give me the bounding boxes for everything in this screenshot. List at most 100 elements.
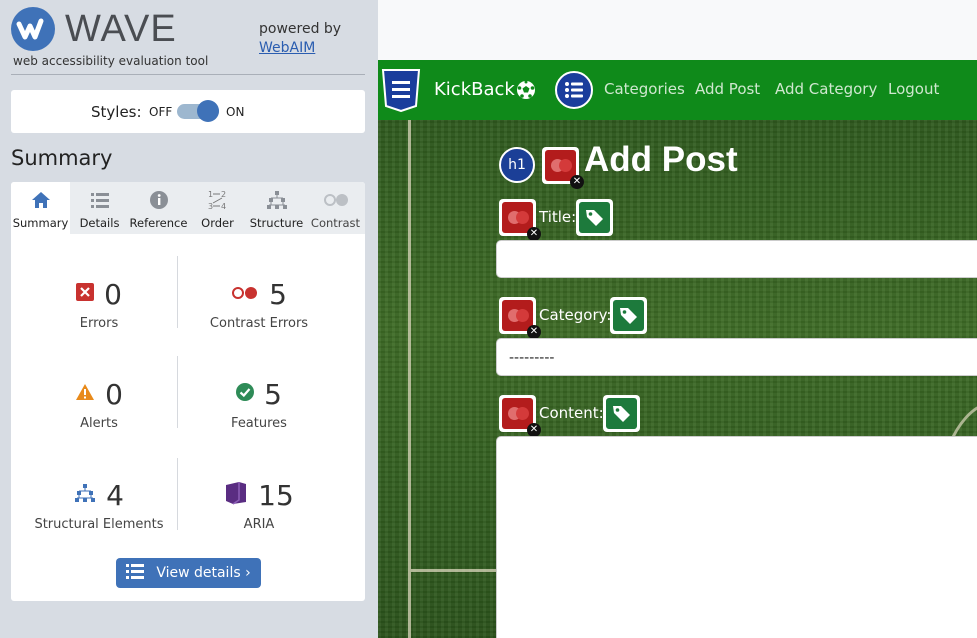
alerts-count: 0 — [105, 377, 123, 411]
view-details-button[interactable]: View details › — [116, 558, 261, 588]
contrast-error-icon — [231, 285, 259, 304]
category-label: Category: — [539, 306, 612, 324]
svg-text:3: 3 — [208, 202, 213, 211]
tab-contrast[interactable]: Contrast — [306, 182, 365, 234]
page-under-test: KickBack Categories Add Post Add Categor… — [378, 0, 977, 638]
structural-count: 4 — [106, 478, 124, 512]
title-input[interactable] — [496, 240, 977, 278]
stat-alerts[interactable]: 0 Alerts — [19, 378, 179, 431]
badge-fill — [579, 202, 610, 233]
badge-close-icon: ✕ — [527, 423, 541, 437]
tab-label: Order — [201, 216, 234, 230]
field-line — [408, 120, 411, 638]
home-icon — [11, 188, 70, 212]
structure-stat-icon — [74, 483, 96, 507]
webaim-link[interactable]: WebAIM — [259, 39, 341, 58]
label-tag-icon[interactable] — [610, 297, 647, 334]
contrast-error-badge-icon[interactable]: ✕ — [499, 395, 541, 437]
field-line — [411, 569, 499, 572]
info-icon — [129, 188, 188, 212]
structure-icon — [247, 188, 306, 212]
svg-text:1: 1 — [208, 190, 213, 199]
category-select[interactable] — [496, 338, 977, 376]
features-count: 5 — [264, 377, 282, 411]
badge-fill — [613, 300, 644, 331]
order-icon: 1234 — [188, 188, 247, 212]
contrast-error-badge-icon[interactable]: ✕ — [499, 297, 541, 339]
errors-count: 0 — [104, 277, 122, 311]
category-select-value: --------- — [509, 350, 555, 366]
wave-brand: WAVE — [65, 8, 177, 50]
nav-categories[interactable]: Categories — [604, 80, 685, 98]
feature-check-icon — [236, 383, 255, 405]
tab-order[interactable]: 1234 Order — [188, 182, 247, 234]
wave-tagline: web accessibility evaluation tool — [13, 54, 209, 68]
contrast-icon — [306, 188, 365, 212]
stat-structural[interactable]: 4 Structural Elements — [19, 478, 179, 533]
site-brand[interactable]: KickBack — [434, 79, 515, 100]
tab-details[interactable]: Details — [70, 182, 129, 234]
summary-heading: Summary — [11, 146, 113, 170]
label-tag-icon[interactable] — [576, 199, 613, 236]
wave-list-icon[interactable] — [555, 71, 593, 109]
powered-by-text: powered by — [259, 21, 342, 37]
error-icon — [76, 283, 95, 305]
summary-panel: Summary Details Reference 1234 Order Str… — [11, 182, 365, 601]
nav-add-category[interactable]: Add Category — [775, 80, 877, 98]
structural-label: Structural Elements — [34, 517, 164, 532]
stat-features[interactable]: 5 Features — [179, 377, 339, 432]
contrast-error-badge-icon[interactable]: ✕ — [499, 199, 541, 241]
features-label: Features — [231, 416, 287, 431]
badge-close-icon: ✕ — [527, 227, 541, 241]
toggle-knob[interactable] — [197, 100, 219, 122]
wave-sidebar: WAVE web accessibility evaluation tool p… — [0, 0, 378, 638]
aria-icon — [224, 481, 248, 509]
badge-close-icon: ✕ — [527, 325, 541, 339]
badge-fill — [606, 398, 637, 429]
contrast-errors-count: 5 — [269, 277, 287, 311]
tab-reference[interactable]: Reference — [129, 182, 188, 234]
nav-add-post[interactable]: Add Post — [695, 80, 760, 98]
tab-label: Structure — [249, 216, 304, 230]
soccer-ball-icon — [516, 80, 536, 104]
list-icon — [70, 188, 129, 212]
styles-toggle[interactable] — [177, 100, 219, 122]
tab-summary[interactable]: Summary — [11, 182, 70, 234]
alerts-label: Alerts — [80, 416, 118, 431]
list-icon — [126, 563, 145, 583]
aria-count: 15 — [258, 478, 294, 512]
tab-structure[interactable]: Structure — [247, 182, 306, 234]
content-textarea[interactable] — [496, 436, 977, 638]
content-label: Content: — [539, 404, 604, 422]
badge-close-icon: ✕ — [570, 175, 584, 189]
styles-label: Styles: — [91, 103, 142, 121]
wave-logo-icon — [11, 7, 55, 51]
aria-label: ARIA — [243, 517, 275, 532]
page-title: Add Post — [584, 140, 738, 179]
styles-off-label: OFF — [149, 105, 173, 119]
wave-tabs: Summary Details Reference 1234 Order Str… — [11, 182, 365, 234]
tab-label: Reference — [129, 216, 188, 230]
svg-text:4: 4 — [221, 202, 226, 211]
badge-dot — [516, 211, 529, 224]
title-label: Title: — [539, 208, 577, 226]
h1-badge-icon[interactable]: h1 — [499, 147, 535, 183]
view-details-label: View details › — [156, 565, 251, 581]
badge-dot — [516, 407, 529, 420]
errors-label: Errors — [79, 316, 119, 331]
powered-by: powered by WebAIM — [259, 20, 341, 58]
stat-contrast-errors[interactable]: 5 Contrast Errors — [179, 277, 339, 332]
html5-shield-icon — [380, 68, 422, 113]
label-tag-icon[interactable] — [603, 395, 640, 432]
tab-label: Summary — [12, 216, 69, 230]
page-top-bar — [378, 0, 977, 60]
divider — [11, 74, 365, 75]
stat-aria[interactable]: 15 ARIA — [179, 479, 339, 532]
nav-logout[interactable]: Logout — [888, 80, 939, 98]
stat-errors[interactable]: 0 Errors — [19, 278, 179, 331]
contrast-errors-label: Contrast Errors — [209, 316, 309, 331]
badge-dot — [516, 309, 529, 322]
styles-toggle-box: Styles: OFF ON — [11, 90, 365, 133]
styles-on-label: ON — [226, 105, 245, 119]
contrast-error-badge-icon[interactable]: ✕ — [542, 147, 584, 189]
